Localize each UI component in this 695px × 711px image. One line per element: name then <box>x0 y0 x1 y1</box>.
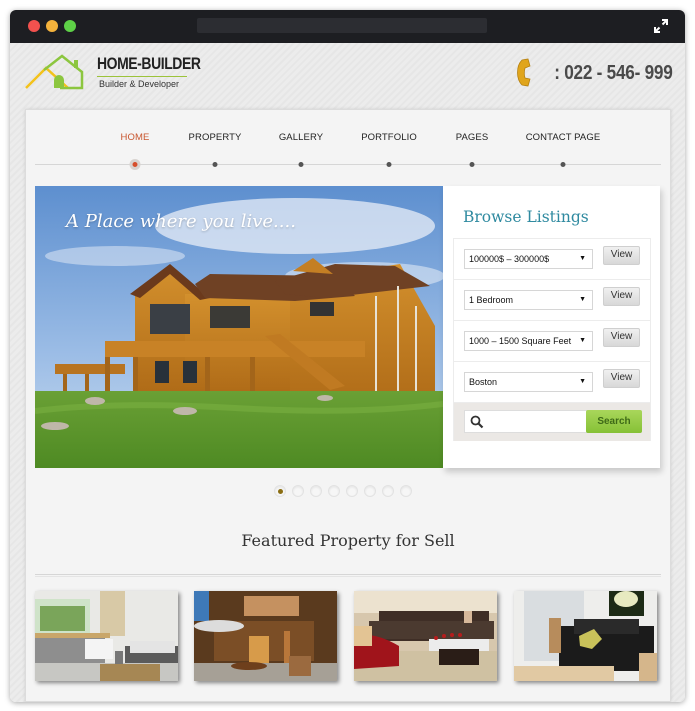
house-icon <box>25 54 84 90</box>
search-icon <box>470 415 484 429</box>
nav-dot-gallery[interactable] <box>298 162 304 167</box>
slider-caption: A Place where you live.... <box>66 211 296 232</box>
location-select[interactable]: Boston ▼ <box>464 372 593 392</box>
modern-living-room-image <box>35 591 178 681</box>
maximize-window-button[interactable] <box>64 20 76 32</box>
nav-dot-property[interactable] <box>212 162 218 167</box>
title-bar <box>10 10 685 43</box>
nav-item-contact-page[interactable]: CONTACT PAGE <box>526 132 601 143</box>
minimize-window-button[interactable] <box>46 20 58 32</box>
location-view-button[interactable]: View <box>603 369 640 388</box>
nav-dot-portfolio[interactable] <box>386 162 392 167</box>
nav-item-portfolio[interactable]: PORTFOLIO <box>361 132 417 143</box>
slide-dot-8[interactable] <box>400 485 412 497</box>
price-select[interactable]: 100000$ – 300000$ ▼ <box>464 249 593 269</box>
nav-dot-contact-page[interactable] <box>560 162 566 167</box>
brand-name: HOME-BUILDER <box>97 54 201 73</box>
nav-dot-home[interactable] <box>129 159 141 170</box>
dropdown-arrow-icon: ▼ <box>579 337 586 344</box>
browse-listings-widget: Browse Listings 100000$ – 300000$ ▼ View… <box>443 186 660 468</box>
brand-tagline: Builder & Developer <box>99 79 180 89</box>
nav-item-property[interactable]: PROPERTY <box>189 132 242 143</box>
slide-dot-4[interactable] <box>328 485 340 497</box>
slide-dot-6[interactable] <box>364 485 376 497</box>
slider-pagination <box>274 485 412 497</box>
area-view-button[interactable]: View <box>603 328 640 347</box>
bedrooms-view-button[interactable]: View <box>603 287 640 306</box>
filter-row-area: 1000 – 1500 Square Feet ▼ View <box>454 321 650 362</box>
bedrooms-select-value: 1 Bedroom <box>469 295 514 305</box>
area-select-value: 1000 – 1500 Square Feet <box>469 336 572 346</box>
search-input[interactable] <box>464 410 589 433</box>
filter-row-price: 100000$ – 300000$ ▼ View <box>454 239 650 280</box>
slide-dot-1[interactable] <box>274 485 286 497</box>
bedrooms-select[interactable]: 1 Bedroom ▼ <box>464 290 593 310</box>
browse-listings-title: Browse Listings <box>463 208 589 226</box>
expand-arrows-icon[interactable] <box>653 18 669 34</box>
browser-window: HOME-BUILDER Builder & Developer : 022 -… <box>10 10 685 702</box>
dropdown-arrow-icon: ▼ <box>579 255 586 262</box>
location-select-value: Boston <box>469 377 498 387</box>
hero-slider[interactable]: A Place where you live.... <box>35 186 443 468</box>
nav-item-pages[interactable]: PAGES <box>456 132 489 143</box>
phone-handset-icon <box>517 58 531 87</box>
phone-number: : 022 - 546- 999 <box>554 61 674 84</box>
price-select-value: 100000$ – 300000$ <box>469 254 550 264</box>
search-row: Search <box>454 403 650 441</box>
brand-divider <box>97 76 187 77</box>
dropdown-arrow-icon: ▼ <box>579 378 586 385</box>
search-button[interactable]: Search <box>586 410 642 433</box>
slide-dot-5[interactable] <box>346 485 358 497</box>
filter-row-location: Boston ▼ View <box>454 362 650 403</box>
address-bar[interactable] <box>197 18 487 33</box>
slide-dot-2[interactable] <box>292 485 304 497</box>
slide-dot-3[interactable] <box>310 485 322 497</box>
browse-filters: 100000$ – 300000$ ▼ View 1 Bedroom ▼ Vie… <box>453 238 651 441</box>
featured-property-thumb-1[interactable] <box>35 591 178 681</box>
main-navigation: HOME PROPERTY GALLERY PORTFOLIO PAGES CO… <box>26 110 670 186</box>
nav-item-gallery[interactable]: GALLERY <box>279 132 323 143</box>
featured-property-thumb-4[interactable] <box>514 591 657 681</box>
black-leather-sofa-image <box>514 591 657 681</box>
slide-dot-7[interactable] <box>382 485 394 497</box>
featured-property-thumb-3[interactable] <box>354 591 497 681</box>
dropdown-arrow-icon: ▼ <box>579 296 586 303</box>
filter-row-bedrooms: 1 Bedroom ▼ View <box>454 280 650 321</box>
wooden-chalet-terrace-image <box>194 591 337 681</box>
main-panel: HOME PROPERTY GALLERY PORTFOLIO PAGES CO… <box>25 109 671 702</box>
area-select[interactable]: 1000 – 1500 Square Feet ▼ <box>464 331 593 351</box>
nav-dot-pages[interactable] <box>469 162 475 167</box>
featured-section-title: Featured Property for Sell <box>241 531 455 550</box>
featured-divider <box>35 574 661 577</box>
site-logo[interactable]: HOME-BUILDER Builder & Developer <box>24 50 201 95</box>
close-window-button[interactable] <box>28 20 40 32</box>
phone-contact: : 022 - 546- 999 <box>513 58 673 88</box>
living-room-red-armchair-image <box>354 591 497 681</box>
price-view-button[interactable]: View <box>603 246 640 265</box>
featured-property-thumb-2[interactable] <box>194 591 337 681</box>
nav-item-home[interactable]: HOME <box>121 132 150 143</box>
